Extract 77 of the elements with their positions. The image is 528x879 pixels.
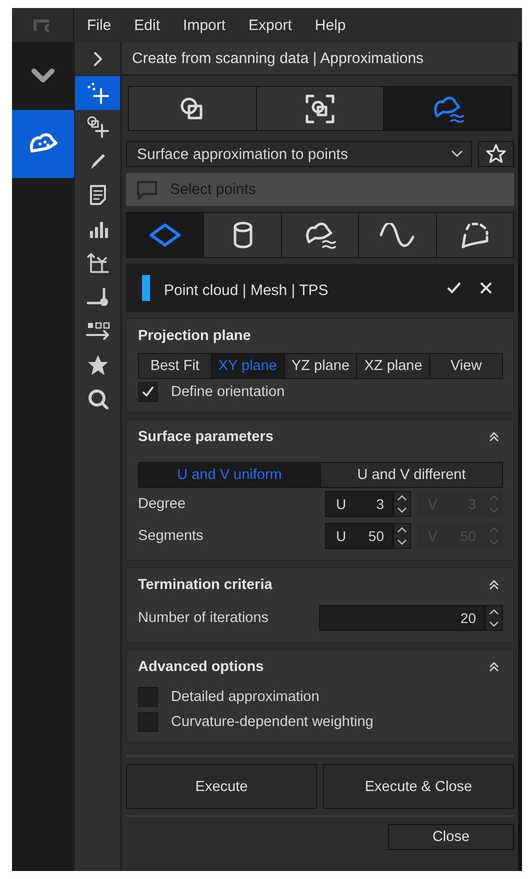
overlapping-shapes-icon <box>179 96 206 122</box>
search-icon <box>86 388 108 410</box>
menu-item[interactable]: Edit <box>134 16 160 34</box>
spin-buttons[interactable] <box>485 605 503 631</box>
type-tab[interactable] <box>282 213 358 257</box>
chevron-down-icon <box>31 68 55 84</box>
type-tab[interactable] <box>359 213 436 257</box>
cylinder-icon <box>232 221 254 249</box>
option-tab[interactable]: U and V different <box>321 463 502 487</box>
freeform-surface-icon <box>303 220 338 250</box>
menu-item[interactable]: Export <box>248 16 292 34</box>
action-button[interactable]: Execute & Close <box>323 764 514 809</box>
section-title: Termination criteria <box>138 577 272 593</box>
chevron-right-icon <box>92 50 102 66</box>
spin-buttons[interactable] <box>393 491 411 517</box>
spin-buttons[interactable] <box>393 523 411 549</box>
star-icon <box>86 354 108 376</box>
section-title: Advanced options <box>138 659 264 675</box>
nav-button[interactable] <box>12 110 74 178</box>
option-tab[interactable]: YZ plane <box>284 354 356 378</box>
type-tab[interactable] <box>204 213 281 257</box>
checkbox[interactable] <box>138 712 158 732</box>
parameter-label: Degree <box>138 496 186 512</box>
wave-icon <box>379 223 416 247</box>
parameter-label: Segments <box>138 528 204 544</box>
spin-buttons <box>485 491 503 517</box>
dots-arrow-icon <box>84 321 110 341</box>
document-icon <box>88 184 106 206</box>
element-label: Point cloud | Mesh | TPS <box>164 282 330 298</box>
menu-item[interactable]: Import <box>183 16 226 34</box>
option-tab[interactable]: U and V uniform <box>139 463 320 487</box>
close-button[interactable]: Close <box>388 824 514 850</box>
option-tab[interactable]: View <box>430 354 502 378</box>
diamond-icon <box>149 223 182 247</box>
checkbox[interactable] <box>138 382 158 402</box>
tool-button[interactable] <box>75 76 120 110</box>
checkmark-icon <box>142 386 154 397</box>
speech-bubble-icon <box>136 180 158 200</box>
double-chevron-up-icon <box>489 432 499 442</box>
spin-buttons <box>485 523 503 549</box>
mode-tab[interactable] <box>384 87 512 130</box>
action-button[interactable]: Execute <box>126 764 317 809</box>
pin-icon <box>86 287 110 307</box>
double-chevron-up-icon <box>489 580 499 590</box>
star-icon <box>485 143 507 165</box>
option-tab[interactable]: XZ plane <box>357 354 430 378</box>
type-tab[interactable] <box>127 213 204 257</box>
mode-tab[interactable] <box>256 87 384 130</box>
type-tab[interactable] <box>436 213 514 257</box>
bar-chart-icon <box>88 219 108 239</box>
number-field[interactable]: 20 <box>319 605 485 631</box>
checkbox-label: Curvature-dependent weighting <box>171 714 374 730</box>
checkbox[interactable] <box>138 686 158 706</box>
function-dropdown[interactable]: Surface approximation to points <box>126 141 472 167</box>
menu-item[interactable]: File <box>87 16 112 34</box>
dotted-curve-icon <box>458 221 491 249</box>
points-plus-icon <box>86 82 110 104</box>
number-field[interactable]: U 50 <box>325 523 393 549</box>
checkbox-label: Detailed approximation <box>171 688 320 704</box>
menu-item[interactable]: Help <box>314 16 346 34</box>
checkmark-icon <box>447 282 461 294</box>
framed-shapes-icon <box>305 94 335 124</box>
axes-icon <box>86 252 110 274</box>
option-tab[interactable]: Best Fit <box>139 354 211 378</box>
close-icon <box>480 282 492 294</box>
section-title: Surface parameters <box>138 429 274 445</box>
caret-icon <box>451 150 463 158</box>
option-tab[interactable]: XY plane <box>212 354 284 378</box>
double-chevron-up-icon <box>489 662 499 672</box>
number-field[interactable]: U 3 <box>325 491 393 517</box>
parameter-label: Number of iterations <box>138 610 269 626</box>
mode-tab[interactable] <box>129 87 256 130</box>
shapes-plus-icon <box>86 116 110 138</box>
panel-title: Create from scanning data | Approximations <box>122 42 518 76</box>
checkbox-label: Define orientation <box>171 384 285 400</box>
favorite-button[interactable] <box>478 141 514 167</box>
section-title: Projection plane <box>138 328 251 344</box>
